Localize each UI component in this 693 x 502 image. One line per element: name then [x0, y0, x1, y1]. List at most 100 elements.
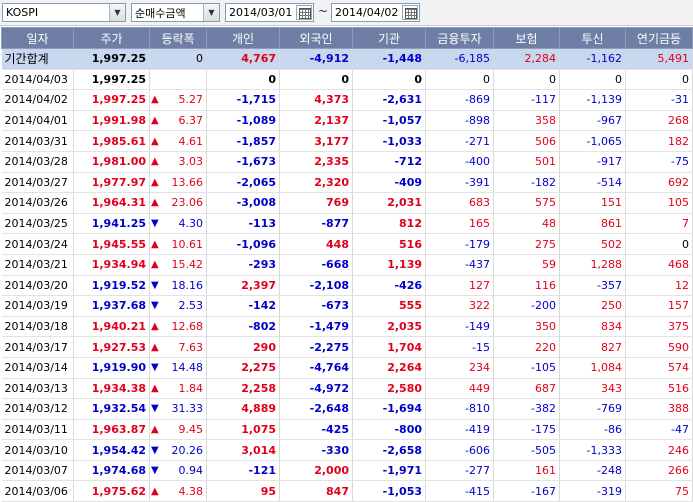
table-row[interactable]: 2014/03/14 1,919.90 ▼ 14.48 2,275 -4,764 2,264… [1, 357, 693, 379]
table-row[interactable]: 2014/03/21 1,934.94 ▲ 15.42 -293 -668 1,139 -43… [1, 254, 693, 276]
fin-invest-cell: -419 [425, 419, 494, 441]
table-row[interactable]: 2014/04/03 1,997.25 0 0 0 0 0 0 0 [1, 69, 693, 91]
table-row[interactable]: 2014/03/06 1,975.62 ▲ 4.38 95 847 -1,053 -415 -1… [1, 480, 693, 502]
table-row[interactable]: 2014/03/07 1,974.68 ▼ 0.94 -121 2,000 -1,971 -2… [1, 460, 693, 482]
table-row[interactable]: 2014/03/19 1,937.68 ▼ 2.53 -142 -673 555 322 -20… [1, 295, 693, 317]
price-cell: 1,997.25 [73, 69, 150, 91]
change-cell [149, 69, 207, 91]
fin-invest-cell: -898 [425, 110, 494, 132]
change-cell: ▼ 2.53 [149, 295, 207, 317]
fin-invest-cell: 165 [425, 213, 494, 235]
date-cell: 2014/03/24 [1, 233, 74, 255]
triangle-up-icon: ▲ [151, 156, 159, 168]
table-row[interactable]: 2014/03/25 1,941.25 ▼ 4.30 -113 -877 812 165 48 8… [1, 213, 693, 235]
table-row[interactable]: 2014/03/13 1,934.38 ▲ 1.84 2,258 -4,972 2,580 4… [1, 378, 693, 400]
individual-cell: 1,075 [206, 419, 280, 441]
fin-invest-cell: -15 [425, 336, 494, 358]
price-cell: 1,934.94 [73, 254, 150, 276]
column-header[interactable]: 기관 [352, 27, 426, 49]
individual-cell: 4,889 [206, 398, 280, 420]
insurance-cell: -505 [493, 439, 560, 461]
calendar-icon[interactable] [402, 5, 418, 20]
foreign-cell: -425 [279, 419, 353, 441]
insurance-cell: 59 [493, 254, 560, 276]
column-header[interactable]: 외국인 [279, 27, 353, 49]
individual-cell: -293 [206, 254, 280, 276]
summary-insurance: 2,284 [493, 48, 560, 70]
table-row[interactable]: 2014/03/31 1,985.61 ▲ 4.61 -1,857 3,177 -1,033… [1, 130, 693, 152]
column-header[interactable]: 일자 [1, 27, 74, 49]
triangle-up-icon: ▲ [151, 115, 159, 127]
table-row[interactable]: 2014/03/26 1,964.31 ▲ 23.06 -3,008 769 2,031 68… [1, 192, 693, 214]
table-row[interactable]: 2014/03/17 1,927.53 ▲ 7.63 290 -2,275 1,704 -15… [1, 336, 693, 358]
table-row[interactable]: 2014/04/02 1,997.25 ▲ 5.27 -1,715 4,373 -2,631… [1, 89, 693, 111]
foreign-cell: 4,373 [279, 89, 353, 111]
column-header[interactable]: 보험 [493, 27, 560, 49]
institution-cell: -800 [352, 419, 426, 441]
table-row[interactable]: 2014/03/10 1,954.42 ▼ 20.26 3,014 -330 -2,658-… [1, 439, 693, 461]
table-row[interactable]: 2014/03/28 1,981.00 ▲ 3.03 -1,673 2,335 -712 -4… [1, 151, 693, 173]
trust-cell: 250 [559, 295, 626, 317]
table-row[interactable]: 2014/03/11 1,963.87 ▲ 9.45 1,075 -425 -800 -419… [1, 419, 693, 441]
change-cell: ▲ 10.61 [149, 233, 207, 255]
table-row[interactable]: 2014/03/20 1,919.52 ▼ 18.16 2,397 -2,108 -426 1… [1, 275, 693, 297]
change-cell: ▲ 5.27 [149, 89, 207, 111]
pension-cell: 468 [625, 254, 693, 276]
market-select[interactable]: KOSPI ▼ [2, 3, 126, 22]
price-cell: 1,975.62 [73, 480, 150, 502]
type-select-value: 순매수금액 [135, 6, 186, 20]
summary-pension: 5,491 [625, 48, 693, 70]
date-to-field[interactable]: 2014/04/02 [331, 3, 420, 22]
table-row[interactable]: 2014/03/18 1,940.21 ▲ 12.68 -802 -1,479 2,035-… [1, 316, 693, 338]
column-header[interactable]: 연기금등 [625, 27, 693, 49]
foreign-cell: -4,972 [279, 378, 353, 400]
date-cell: 2014/03/31 [1, 130, 74, 152]
date-to-value: 2014/04/02 [335, 6, 399, 19]
pension-cell: -47 [625, 419, 693, 441]
institution-cell: 2,264 [352, 357, 426, 379]
insurance-cell: 161 [493, 460, 560, 482]
table-row[interactable]: 2014/03/27 1,977.97 ▲ 13.66 -2,065 2,320 -409-… [1, 172, 693, 194]
change-value: 15.42 [171, 258, 204, 272]
pension-cell: 105 [625, 192, 693, 214]
triangle-up-icon: ▲ [151, 485, 159, 497]
column-header[interactable]: 등락폭 [149, 27, 207, 49]
triangle-up-icon: ▲ [151, 341, 159, 353]
table-row[interactable]: 2014/03/12 1,932.54 ▼ 31.33 4,889 -2,648 -1,69… [1, 398, 693, 420]
date-cell: 2014/03/28 [1, 151, 74, 173]
column-header[interactable]: 개인 [206, 27, 280, 49]
change-value: 10.61 [171, 237, 204, 251]
column-header[interactable]: 주가 [73, 27, 150, 49]
column-header[interactable]: 투신 [559, 27, 626, 49]
insurance-cell: -175 [493, 419, 560, 441]
table-header-row: 일자 주가 등락폭 개인 외국인 기관 금융투자 보험 투신 연기금등 [1, 27, 693, 49]
type-select[interactable]: 순매수금액 ▼ [131, 3, 220, 22]
date-cell: 2014/04/03 [1, 69, 74, 91]
individual-cell: -1,089 [206, 110, 280, 132]
chevron-down-icon[interactable]: ▼ [109, 4, 125, 21]
date-cell: 2014/03/25 [1, 213, 74, 235]
trust-cell: -86 [559, 419, 626, 441]
chevron-down-icon[interactable]: ▼ [203, 4, 219, 21]
table-row[interactable]: 2014/04/01 1,991.98 ▲ 6.37 -1,089 2,137 -1,057… [1, 110, 693, 132]
price-cell: 1,964.31 [73, 192, 150, 214]
fin-invest-cell: -391 [425, 172, 494, 194]
insurance-cell: 220 [493, 336, 560, 358]
institution-cell: 1,704 [352, 336, 426, 358]
column-header[interactable]: 금융투자 [425, 27, 494, 49]
fin-invest-cell: -437 [425, 254, 494, 276]
date-from-field[interactable]: 2014/03/01 [225, 3, 314, 22]
table-row[interactable]: 2014/03/24 1,945.55 ▲ 10.61 -1,096 448 516 -179… [1, 233, 693, 255]
calendar-icon[interactable] [296, 5, 312, 20]
triangle-down-icon: ▼ [151, 403, 159, 415]
change-value: 14.48 [171, 361, 204, 375]
institution-cell: -426 [352, 275, 426, 297]
summary-row[interactable]: 기간합계 1,997.25 0 4,767 -4,912 -1,448 -6,1… [1, 48, 693, 70]
fin-invest-cell: 449 [425, 378, 494, 400]
institution-cell: 1,139 [352, 254, 426, 276]
foreign-cell: 3,177 [279, 130, 353, 152]
institution-cell: 812 [352, 213, 426, 235]
change-value: 5.27 [178, 93, 204, 107]
change-cell: ▼ 14.48 [149, 357, 207, 379]
change-cell: ▲ 1.84 [149, 378, 207, 400]
